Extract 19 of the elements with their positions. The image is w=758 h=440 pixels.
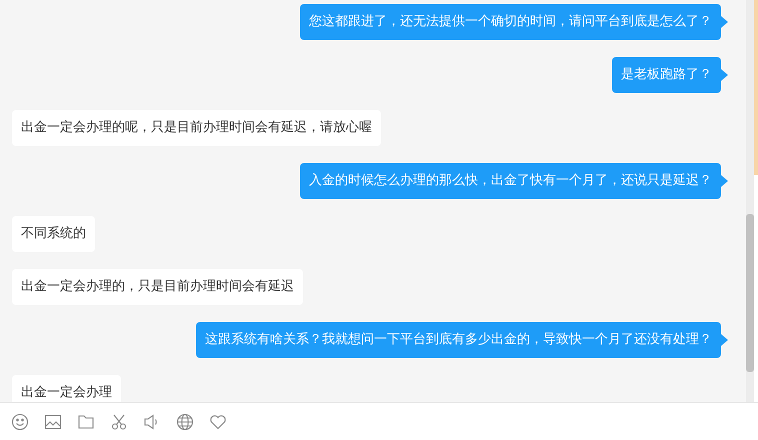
bubble-pointer [721,175,728,187]
sent-message: 入金的时候怎么办理的那么快，出金了快有一个月了，还说只是延迟？ [300,163,721,199]
sent-message: 您这都跟进了，还无法提供一个确切的时间，请问平台到底是怎么了？ [300,4,721,40]
sent-message: 这跟系统有啥关系？我就想问一下平台到底有多少出金的，导致快一个月了还没有处理？ [196,322,721,358]
folder-icon[interactable] [77,412,95,430]
scrollbar[interactable] [746,0,754,402]
received-message: 出金一定会办理的，只是目前办理时间会有延迟 [12,269,303,305]
heart-icon[interactable] [209,412,227,430]
scissors-icon[interactable] [110,412,128,430]
bubble-pointer [721,334,728,346]
image-icon[interactable] [44,412,62,430]
received-message: 不同系统的 [12,216,95,252]
bubble-pointer [721,16,728,28]
globe-icon[interactable] [176,412,194,430]
bubble-pointer [721,69,728,81]
received-message: 出金一定会办理的呢，只是目前办理时间会有延迟，请放心喔 [12,110,381,146]
received-message: 出金一定会办理 [12,375,121,402]
sent-message: 是老板跑路了？ [612,57,721,93]
smiley-icon[interactable] [11,412,29,430]
